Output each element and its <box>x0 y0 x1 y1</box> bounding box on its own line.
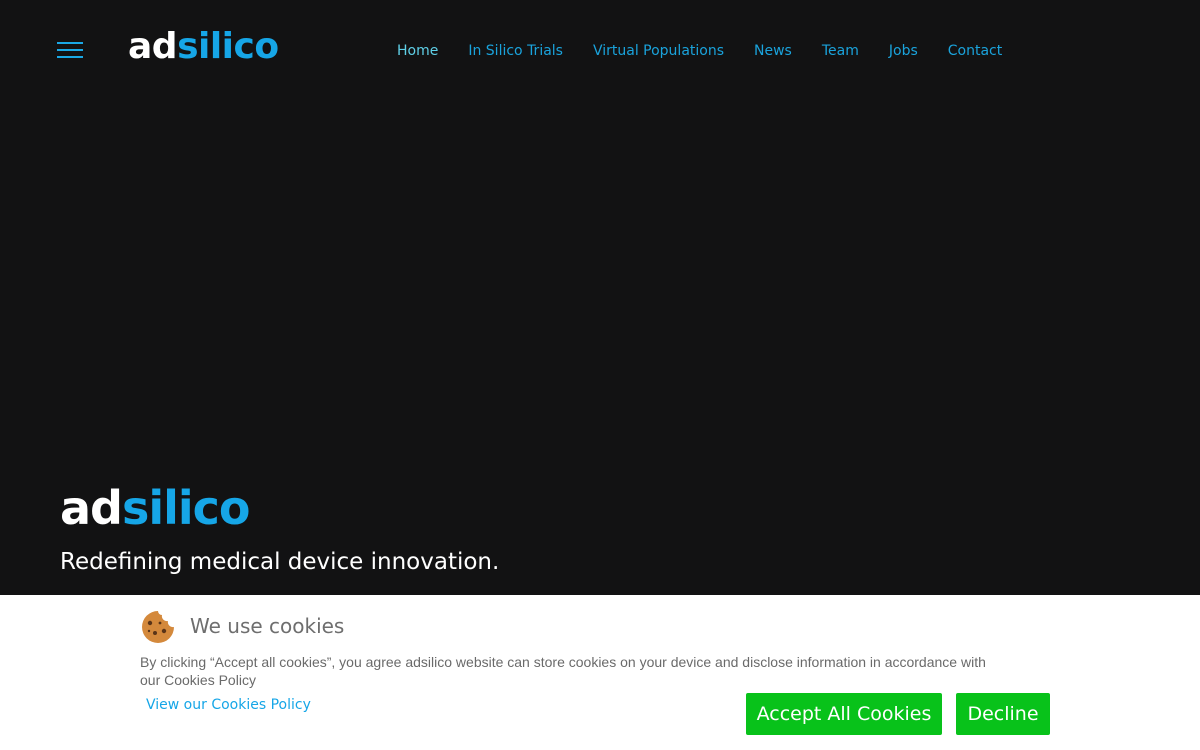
nav-contact[interactable]: Contact <box>948 41 1002 61</box>
cookie-icon <box>140 609 176 643</box>
hero-logo-part-silico: silico <box>121 481 251 535</box>
accept-all-cookies-button[interactable]: Accept All Cookies <box>746 693 942 735</box>
menu-line <box>57 56 83 58</box>
logo-part-silico: silico <box>177 26 279 67</box>
main-nav: Home In Silico Trials Virtual Population… <box>397 41 1032 61</box>
nav-news[interactable]: News <box>754 41 792 61</box>
hero-logo: adsilico <box>60 480 251 536</box>
menu-line <box>57 49 83 51</box>
decline-cookies-button[interactable]: Decline <box>956 693 1050 735</box>
cookie-title: We use cookies <box>190 614 345 638</box>
nav-virtual-populations[interactable]: Virtual Populations <box>593 41 724 61</box>
nav-jobs[interactable]: Jobs <box>889 41 918 61</box>
nav-in-silico-trials[interactable]: In Silico Trials <box>468 41 563 61</box>
logo-part-ad: ad <box>128 26 178 67</box>
hero-logo-part-ad: ad <box>60 481 123 535</box>
nav-home[interactable]: Home <box>397 41 438 61</box>
hamburger-menu-icon[interactable] <box>57 41 83 59</box>
cookie-description: By clicking “Accept all cookies”, you ag… <box>140 654 986 688</box>
menu-line <box>57 42 83 44</box>
nav-team[interactable]: Team <box>822 41 859 61</box>
cookie-banner: We use cookies By clicking “Accept all c… <box>0 595 1200 750</box>
header-logo[interactable]: adsilico <box>128 25 279 69</box>
hero-tagline: Redefining medical device innovation. <box>60 549 500 575</box>
cookies-policy-link[interactable]: View our Cookies Policy <box>146 696 311 714</box>
